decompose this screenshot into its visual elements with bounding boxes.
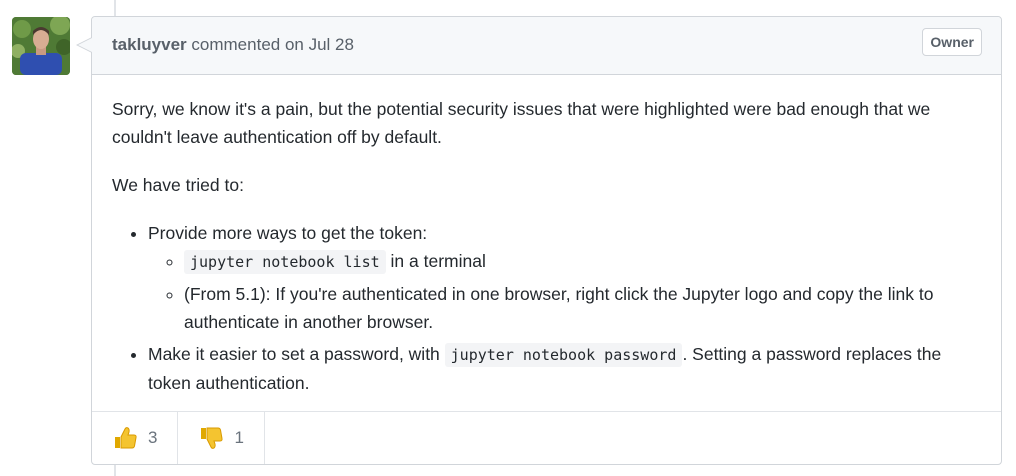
list-item-text: (From 5.1): If you're authenticated in o… <box>184 284 934 332</box>
comment-box: takluyver commented on Jul 28 Owner Sorr… <box>76 16 1002 465</box>
comment-body: Sorry, we know it's a pain, but the pote… <box>92 75 1001 397</box>
list-item: Make it easier to set a password, with j… <box>148 340 981 397</box>
thumbs-up-icon <box>112 425 138 451</box>
avatar-image <box>12 17 70 75</box>
author-link[interactable]: takluyver <box>112 35 187 54</box>
paragraph: We have tried to: <box>112 175 244 195</box>
comment-meta: takluyver commented on Jul 28 <box>112 35 354 55</box>
comment-header: takluyver commented on Jul 28 Owner <box>92 17 1001 75</box>
list-item-text: in a terminal <box>385 251 486 271</box>
owner-badge: Owner <box>922 28 982 56</box>
comment-date[interactable]: Jul 28 <box>309 35 354 54</box>
comment-action: commented on <box>191 35 304 54</box>
list-item: jupyter notebook list in a terminal <box>184 247 981 276</box>
reactions-bar: 3 1 <box>92 411 1001 464</box>
list-item: Provide more ways to get the token: jupy… <box>148 219 981 336</box>
reaction-count: 1 <box>234 428 244 447</box>
code-snippet: jupyter notebook password <box>444 343 683 367</box>
thumbs-down-icon <box>198 425 224 451</box>
avatar[interactable] <box>12 17 70 75</box>
comment-caret-inner <box>78 38 92 52</box>
list-item-text: Make it easier to set a password, with <box>148 344 445 364</box>
reaction-thumbs-up-button[interactable]: 3 <box>92 412 179 464</box>
paragraph: Sorry, we know it's a pain, but the pote… <box>112 99 931 147</box>
reaction-count: 3 <box>148 428 158 447</box>
list-item: (From 5.1): If you're authenticated in o… <box>184 280 981 336</box>
code-snippet: jupyter notebook list <box>184 250 386 274</box>
reaction-thumbs-down-button[interactable]: 1 <box>178 412 265 464</box>
bullet-list: Provide more ways to get the token: jupy… <box>112 219 981 397</box>
sub-bullet-list: jupyter notebook list in a terminal (Fro… <box>148 247 981 336</box>
list-item-text: Provide more ways to get the token: <box>148 223 428 243</box>
